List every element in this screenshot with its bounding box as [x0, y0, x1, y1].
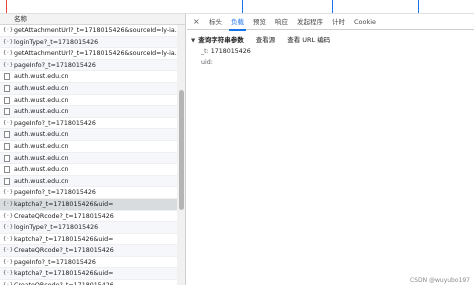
query-params-header[interactable]: ▼ 查询字符串参数 查看源 查看 URL 编码	[191, 34, 471, 46]
request-name: pageInfo?_t=1718015426	[14, 119, 96, 127]
request-row[interactable]: auth.wust.edu.cn	[0, 152, 185, 165]
tab-cookies[interactable]: Cookie	[354, 14, 376, 30]
tab-initiator[interactable]: 发起程序	[297, 14, 323, 30]
fetch-xhr-icon: {·}	[3, 61, 13, 68]
fetch-xhr-icon: {·}	[3, 247, 13, 254]
param-key: _t:	[201, 48, 209, 55]
query-params-title: 查询字符串参数	[198, 36, 244, 44]
document-icon	[4, 142, 10, 150]
request-row[interactable]: auth.wust.edu.cn	[0, 71, 185, 83]
document-icon	[4, 108, 10, 116]
fetch-xhr-icon: {·}	[3, 50, 13, 57]
request-row[interactable]: {·} getAttachmentUrl?_t=1718015426&source…	[0, 48, 185, 60]
view-url-encoded-link[interactable]: 查看 URL 编码	[287, 36, 330, 44]
list-scrollbar[interactable]	[177, 25, 185, 285]
tab-payload[interactable]: 负载	[229, 14, 246, 31]
request-name: auth.wust.edu.cn	[14, 154, 69, 162]
watermark: CSDN @wuyubo197	[409, 277, 470, 284]
fetch-xhr-icon: {·}	[3, 224, 13, 231]
request-row[interactable]: auth.wust.edu.cn	[0, 175, 185, 188]
request-row[interactable]: auth.wust.edu.cn	[0, 82, 185, 95]
request-row[interactable]: {·} loginType?_t=1718015426	[0, 36, 185, 49]
request-name: auth.wust.edu.cn	[14, 108, 69, 116]
fetch-xhr-icon: {·}	[3, 235, 13, 242]
param-key: uid:	[201, 59, 213, 66]
request-name: auth.wust.edu.cn	[14, 73, 69, 81]
caret-down-icon[interactable]: ▼	[191, 35, 195, 47]
request-rows: {·} getAttachmentUrl?_t=1718015426&source…	[0, 25, 185, 285]
request-row[interactable]: auth.wust.edu.cn	[0, 164, 185, 176]
request-row[interactable]: {·} kaptcha?_t=1718015426&uid=	[0, 268, 185, 281]
request-name: kaptcha?_t=1718015426&uid=	[14, 235, 114, 243]
request-name: CreateQRcode?_t=1718015426	[14, 247, 114, 255]
timeline-marker	[242, 0, 243, 13]
request-name: pageInfo?_t=1718015426	[14, 189, 96, 197]
fetch-xhr-icon: {·}	[3, 212, 13, 219]
request-row[interactable]: auth.wust.edu.cn	[0, 106, 185, 118]
tab-preview[interactable]: 预览	[253, 14, 266, 30]
request-row[interactable]: auth.wust.edu.cn	[0, 95, 185, 107]
request-name: getAttachmentUrl?_t=1718015426&sourceId=…	[14, 50, 181, 58]
request-name: kaptcha?_t=1718015426&uid=	[14, 200, 114, 208]
request-name: auth.wust.edu.cn	[14, 84, 69, 92]
request-row[interactable]: {·} pageInfo?_t=1718015426	[0, 59, 185, 72]
request-row[interactable]: auth.wust.edu.cn	[0, 141, 185, 153]
request-row[interactable]: {·} getAttachmentUrl?_t=1718015426&source…	[0, 25, 185, 37]
request-name: CreateQRcode?_t=1718015426	[14, 212, 114, 220]
request-row[interactable]: auth.wust.edu.cn	[0, 129, 185, 141]
request-name: auth.wust.edu.cn	[14, 142, 69, 150]
document-icon	[4, 73, 10, 81]
query-string-params-section: ▼ 查询字符串参数 查看源 查看 URL 编码 _t: 1718015426 uid:	[191, 34, 471, 68]
timeline-marker	[332, 0, 333, 13]
param-row-uid: uid:	[191, 57, 471, 68]
close-icon[interactable]: ×	[193, 17, 200, 26]
fetch-xhr-icon: {·}	[3, 258, 13, 265]
request-name: auth.wust.edu.cn	[14, 96, 69, 104]
request-name: kaptcha?_t=1718015426&uid=	[14, 270, 114, 278]
request-row[interactable]: {·}CreateQRcode?_t=1718015426	[0, 211, 185, 223]
param-row-t: _t: 1718015426	[191, 46, 471, 57]
document-icon	[4, 177, 10, 185]
request-name: auth.wust.edu.cn	[14, 131, 69, 139]
column-header-name[interactable]: 名称	[0, 14, 185, 25]
request-row[interactable]: {·} kaptcha?_t=1718015426&uid=	[0, 234, 185, 246]
detail-tabbar: × 标头 负载 预览 响应 发起程序 计时 Cookie	[187, 14, 474, 31]
fetch-xhr-icon: {·}	[3, 38, 13, 45]
document-icon	[4, 154, 10, 162]
fetch-xhr-icon: {·}	[3, 27, 13, 33]
request-name: auth.wust.edu.cn	[14, 166, 69, 174]
timeline-overview[interactable]	[0, 0, 474, 14]
tab-response[interactable]: 响应	[275, 14, 288, 30]
document-icon	[4, 131, 10, 139]
request-row[interactable]: {·} pageInfo?_t=1718015426	[0, 257, 185, 269]
tab-headers[interactable]: 标头	[209, 14, 222, 30]
request-name: loginType?_t=1718015426	[14, 224, 99, 232]
request-row[interactable]: {·}CreateQRcode?_t=1718015426	[0, 280, 185, 285]
request-list-panel: 名称 {·} getAttachmentUrl?_t=1718015426&sou…	[0, 14, 186, 285]
tab-timing[interactable]: 计时	[332, 14, 345, 30]
request-row[interactable]: {·}CreateQRcode?_t=1718015426	[0, 245, 185, 257]
timeline-marker	[418, 0, 419, 13]
fetch-xhr-icon: {·}	[3, 119, 13, 126]
request-name: loginType?_t=1718015426	[14, 38, 99, 46]
request-detail-panel: × 标头 负载 预览 响应 发起程序 计时 Cookie ▼ 查询字符串参数 查看源…	[187, 14, 474, 285]
document-icon	[4, 166, 10, 174]
request-name: auth.wust.edu.cn	[14, 177, 69, 185]
document-icon	[4, 84, 10, 92]
fetch-xhr-icon: {·}	[3, 200, 13, 207]
view-source-link[interactable]: 查看源	[256, 36, 276, 44]
document-icon	[4, 96, 10, 104]
fetch-xhr-icon: {·}	[3, 270, 13, 277]
request-row[interactable]: {·} kaptcha?_t=1718015426&uid=	[0, 198, 185, 211]
timeline-marker	[6, 0, 7, 13]
request-name: pageInfo?_t=1718015426	[14, 258, 96, 266]
request-row[interactable]: {·} pageInfo?_t=1718015426	[0, 118, 185, 130]
scrollbar-thumb[interactable]	[179, 90, 184, 210]
param-value: 1718015426	[210, 48, 251, 55]
request-row[interactable]: {·} loginType?_t=1718015426	[0, 222, 185, 234]
request-name: pageInfo?_t=1718015426	[14, 61, 96, 69]
request-row[interactable]: {·} pageInfo?_t=1718015426	[0, 187, 185, 199]
request-name: getAttachmentUrl?_t=1718015426&sourceId=…	[14, 27, 181, 34]
fetch-xhr-icon: {·}	[3, 189, 13, 196]
